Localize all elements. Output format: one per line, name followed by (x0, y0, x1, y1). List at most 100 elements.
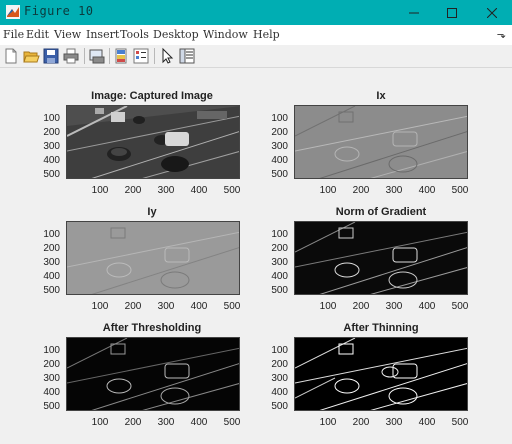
after-thinning-axes[interactable] (294, 337, 468, 411)
y-tick: 400 (271, 155, 288, 166)
y-tick: 300 (43, 141, 60, 152)
subplot-title: After Thresholding (102, 322, 202, 334)
menu-window[interactable]: Window (203, 28, 248, 41)
x-tick: 100 (91, 417, 109, 428)
x-tick: 200 (352, 301, 370, 312)
print-preview-icon[interactable] (88, 47, 106, 65)
maximize-button[interactable] (434, 0, 470, 25)
norm-gradient-image (295, 222, 467, 294)
property-inspector-icon[interactable] (178, 47, 196, 65)
y-tick: 100 (43, 113, 60, 124)
menu-help[interactable]: Help (253, 28, 280, 41)
window-title: Figure 10 (24, 4, 94, 18)
after-thinning-image (295, 338, 467, 410)
print-icon[interactable] (62, 47, 80, 65)
y-tick: 400 (43, 387, 60, 398)
maximize-icon (447, 7, 457, 18)
y-tick: 500 (43, 285, 60, 296)
x-tick: 200 (352, 185, 370, 196)
subplot-title: Iy (147, 206, 157, 218)
open-file-icon[interactable] (22, 47, 40, 65)
minimize-icon (409, 12, 419, 13)
y-tick: 500 (43, 169, 60, 180)
toolbar-separator (84, 48, 85, 64)
y-tick: 200 (271, 243, 288, 254)
x-tick: 300 (157, 185, 175, 196)
menu-file[interactable]: File (3, 28, 24, 41)
x-tick: 200 (352, 417, 370, 428)
x-tick: 400 (190, 301, 208, 312)
x-tick: 100 (91, 301, 109, 312)
after-thresholding-axes[interactable] (66, 337, 240, 411)
figure-toolbar (0, 45, 512, 68)
figure-window: Figure 10 File Edit View Insert Tools De… (0, 0, 512, 444)
minimize-button[interactable] (396, 0, 432, 25)
toolbar-separator (154, 48, 155, 64)
x-tick: 100 (319, 185, 337, 196)
x-tick: 400 (190, 417, 208, 428)
menu-insert[interactable]: Insert (86, 28, 119, 41)
link-plot-icon[interactable] (112, 47, 130, 65)
pointer-icon[interactable] (158, 47, 176, 65)
ix-image (295, 106, 467, 178)
menu-bar: File Edit View Insert Tools Desktop Wind… (0, 25, 512, 45)
title-bar[interactable]: Figure 10 (0, 0, 512, 25)
subplot-title: Norm of Gradient (335, 206, 427, 218)
ix-axes[interactable] (294, 105, 468, 179)
menu-tools[interactable]: Tools (120, 28, 149, 41)
x-tick: 300 (385, 185, 403, 196)
new-figure-icon[interactable] (2, 47, 20, 65)
y-tick: 200 (43, 359, 60, 370)
x-tick: 500 (451, 301, 469, 312)
menu-desktop[interactable]: Desktop (153, 28, 199, 41)
y-tick: 100 (271, 229, 288, 240)
x-tick: 500 (223, 417, 241, 428)
y-tick: 200 (43, 127, 60, 138)
y-tick: 500 (271, 285, 288, 296)
close-button[interactable] (474, 0, 510, 25)
y-tick: 400 (43, 155, 60, 166)
menu-view[interactable]: View (54, 28, 81, 41)
x-tick: 300 (157, 301, 175, 312)
insert-legend-icon[interactable] (132, 47, 150, 65)
x-tick: 400 (418, 301, 436, 312)
y-tick: 100 (43, 229, 60, 240)
y-tick: 100 (271, 113, 288, 124)
iy-axes[interactable] (66, 221, 240, 295)
y-tick: 400 (271, 271, 288, 282)
matlab-icon (6, 5, 20, 19)
captured-image (67, 106, 239, 178)
close-icon (487, 7, 497, 18)
figure-canvas[interactable]: Image: Captured Image 100 200 300 400 50… (0, 68, 512, 444)
x-tick: 500 (223, 301, 241, 312)
x-tick: 500 (451, 417, 469, 428)
y-tick: 300 (271, 141, 288, 152)
x-tick: 400 (418, 417, 436, 428)
after-thresholding-image (67, 338, 239, 410)
y-tick: 400 (43, 271, 60, 282)
y-tick: 100 (43, 345, 60, 356)
x-tick: 400 (190, 185, 208, 196)
dock-figure-icon[interactable]: ⬎ (497, 28, 506, 41)
save-icon[interactable] (42, 47, 60, 65)
x-tick: 300 (385, 417, 403, 428)
x-tick: 200 (124, 417, 142, 428)
norm-gradient-axes[interactable] (294, 221, 468, 295)
x-tick: 500 (451, 185, 469, 196)
x-tick: 100 (91, 185, 109, 196)
x-tick: 100 (319, 301, 337, 312)
captured-image-axes[interactable] (66, 105, 240, 179)
y-tick: 500 (271, 169, 288, 180)
y-tick: 300 (271, 257, 288, 268)
subplot-title: Image: Captured Image (91, 90, 213, 102)
y-tick: 100 (271, 345, 288, 356)
x-tick: 200 (124, 301, 142, 312)
x-tick: 100 (319, 417, 337, 428)
x-tick: 300 (385, 301, 403, 312)
subplot-title: Ix (376, 90, 386, 102)
toolbar-separator (109, 48, 110, 64)
y-tick: 200 (271, 127, 288, 138)
y-tick: 500 (271, 401, 288, 412)
y-tick: 300 (271, 373, 288, 384)
menu-edit[interactable]: Edit (26, 28, 49, 41)
